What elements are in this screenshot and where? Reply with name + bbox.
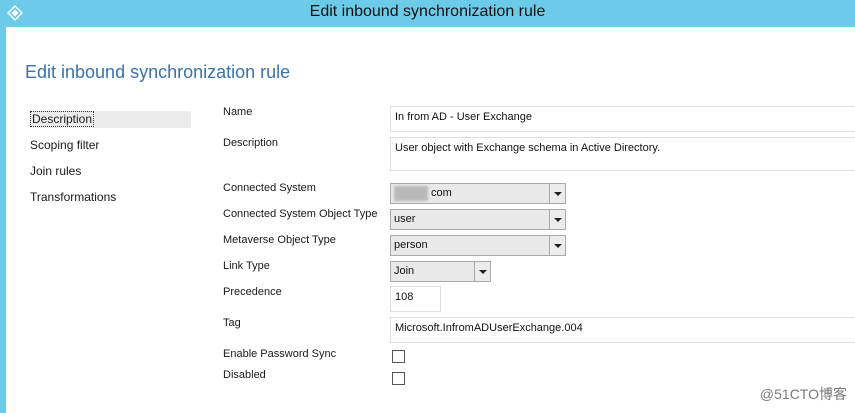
nav-item-label: Description bbox=[29, 111, 95, 127]
enable-password-sync-checkbox[interactable] bbox=[392, 350, 405, 363]
connected-system-label: Connected System bbox=[223, 182, 316, 194]
nav-item-join-rules[interactable]: Join rules bbox=[30, 163, 81, 180]
watermark: @51CTO博客 bbox=[759, 386, 847, 402]
page-heading: Edit inbound synchronization rule bbox=[25, 62, 291, 82]
connected-system-value: com bbox=[431, 187, 452, 199]
window-title: Edit inbound synchronization rule bbox=[309, 3, 546, 20]
nav-item-description[interactable]: Description bbox=[29, 111, 191, 128]
connected-system-object-type-dropdown[interactable]: user bbox=[390, 209, 566, 230]
enable-password-sync-label: Enable Password Sync bbox=[223, 348, 337, 360]
chevron-down-icon[interactable] bbox=[474, 262, 490, 281]
link-type-value: Join bbox=[394, 265, 415, 277]
precedence-field[interactable]: 108 bbox=[390, 286, 441, 312]
name-label: Name bbox=[223, 106, 253, 118]
chevron-down-icon[interactable] bbox=[549, 236, 565, 255]
connected-system-object-type-label: Connected System Object Type bbox=[223, 208, 378, 220]
name-field[interactable]: In from AD - User Exchange bbox=[390, 106, 855, 132]
metaverse-object-type-dropdown[interactable]: person bbox=[390, 235, 566, 256]
nav-item-scoping-filter[interactable]: Scoping filter bbox=[30, 137, 99, 154]
connected-system-dropdown[interactable]: com bbox=[390, 183, 566, 204]
metaverse-object-type-value: person bbox=[394, 239, 428, 251]
chevron-down-icon[interactable] bbox=[549, 184, 565, 203]
title-bar: Edit inbound synchronization rule bbox=[0, 0, 855, 27]
tag-field[interactable]: Microsoft.InfromADUserExchange.004 bbox=[390, 317, 855, 343]
link-type-label: Link Type bbox=[223, 260, 270, 272]
link-type-dropdown[interactable]: Join bbox=[390, 261, 491, 282]
description-label: Description bbox=[223, 137, 279, 149]
nav-item-transformations[interactable]: Transformations bbox=[30, 189, 116, 206]
description-field[interactable]: User object with Exchange schema in Acti… bbox=[390, 137, 855, 171]
disabled-label: Disabled bbox=[223, 369, 266, 381]
window-left-border bbox=[0, 27, 6, 413]
tag-label: Tag bbox=[223, 317, 241, 329]
metaverse-object-type-label: Metaverse Object Type bbox=[223, 234, 336, 246]
precedence-label: Precedence bbox=[223, 286, 282, 298]
redacted-region bbox=[394, 185, 428, 201]
connected-system-object-type-value: user bbox=[394, 213, 416, 225]
chevron-down-icon[interactable] bbox=[549, 210, 565, 229]
disabled-checkbox[interactable] bbox=[392, 372, 405, 385]
